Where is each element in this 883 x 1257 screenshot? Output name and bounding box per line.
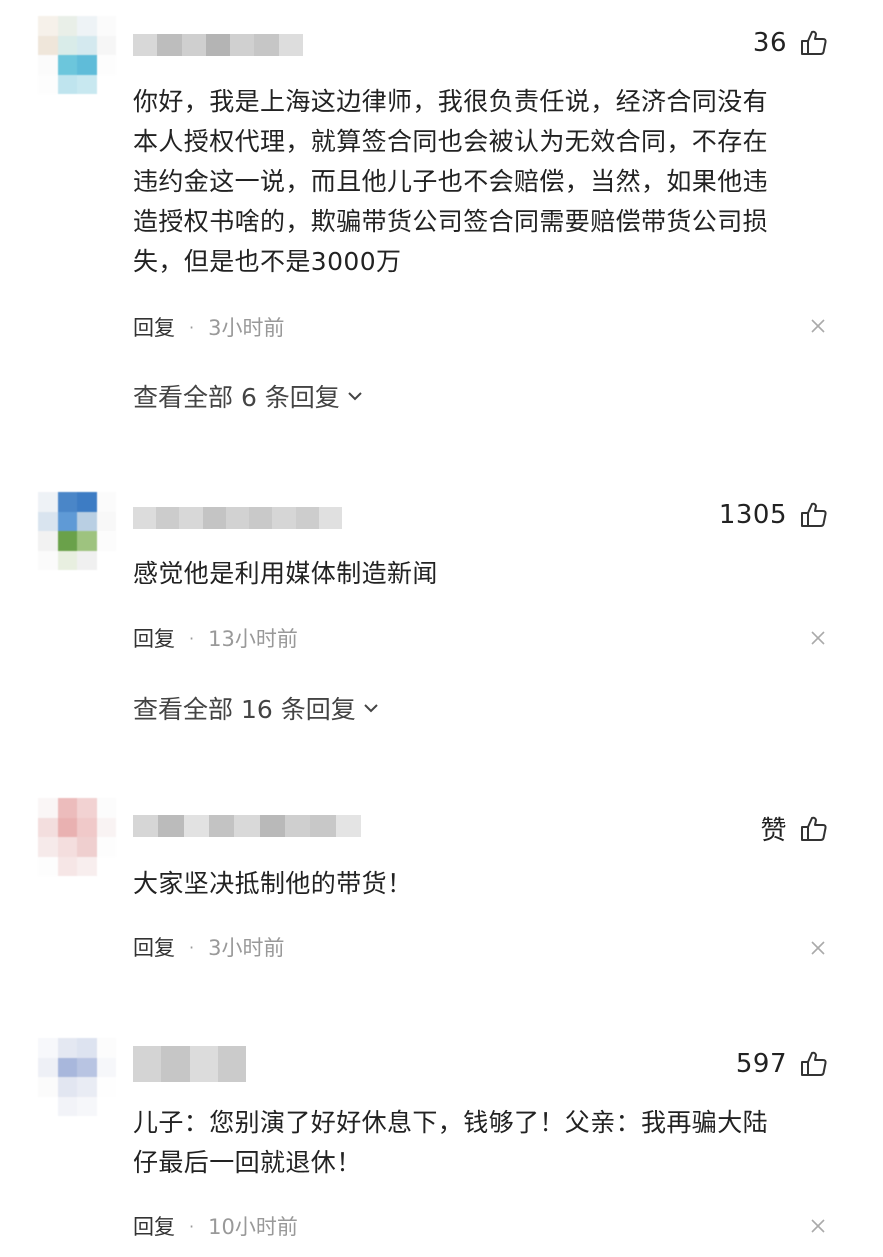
view-all-replies-button[interactable]: 查看全部 6 条回复 bbox=[133, 378, 364, 414]
view-all-replies-button[interactable]: 查看全部 16 条回复 bbox=[133, 690, 380, 726]
like-button[interactable]: 36 bbox=[753, 28, 829, 58]
close-icon[interactable] bbox=[810, 630, 826, 646]
separator-dot: · bbox=[189, 628, 195, 648]
comment-meta: 回复 · 13小时前 bbox=[133, 623, 298, 653]
reply-button[interactable]: 回复 bbox=[133, 1211, 175, 1241]
like-button[interactable]: 597 bbox=[736, 1049, 829, 1079]
thumbs-up-icon bbox=[801, 816, 827, 841]
comment-meta: 回复 · 10小时前 bbox=[133, 1211, 298, 1241]
thumbs-up-icon bbox=[801, 1051, 827, 1076]
avatar[interactable] bbox=[38, 798, 116, 876]
like-count: 597 bbox=[735, 1049, 787, 1079]
nickname-blurred[interactable] bbox=[133, 1046, 246, 1082]
separator-dot: · bbox=[189, 317, 195, 337]
thumbs-up-icon bbox=[801, 502, 827, 527]
like-count: 36 bbox=[752, 28, 787, 58]
nickname-blurred[interactable] bbox=[133, 507, 342, 529]
nickname-blurred[interactable] bbox=[133, 34, 303, 56]
like-button[interactable]: 1305 bbox=[719, 500, 829, 530]
reply-button[interactable]: 回复 bbox=[133, 312, 175, 342]
separator-dot: · bbox=[189, 1216, 195, 1236]
separator-dot: · bbox=[189, 937, 195, 957]
comment-text: 你好，我是上海这边律师，我很负责任说，经济合同没有 本人授权代理，就算签合同也会… bbox=[133, 87, 769, 276]
reply-button[interactable]: 回复 bbox=[133, 932, 175, 962]
comment-text: 儿子：您别演了好好休息下，钱够了！父亲：我再骗大陆 仔最后一回就退休！ bbox=[133, 1108, 769, 1177]
comment-meta: 回复 · 3小时前 bbox=[133, 932, 284, 962]
timestamp: 10小时前 bbox=[208, 1215, 298, 1239]
timestamp: 13小时前 bbox=[208, 627, 298, 651]
reply-button[interactable]: 回复 bbox=[133, 623, 175, 653]
nickname-blurred[interactable] bbox=[133, 815, 361, 837]
timestamp: 3小时前 bbox=[208, 316, 285, 340]
view-replies-label: 查看全部 6 条回复 bbox=[133, 383, 340, 412]
chevron-down-icon bbox=[348, 392, 362, 401]
like-count: 1305 bbox=[718, 500, 787, 530]
like-count: 赞 bbox=[760, 816, 787, 846]
comment-meta: 回复 · 3小时前 bbox=[133, 312, 284, 342]
thumbs-up-icon bbox=[801, 30, 827, 55]
close-icon[interactable] bbox=[810, 1218, 826, 1234]
view-replies-label: 查看全部 16 条回复 bbox=[133, 695, 356, 724]
avatar[interactable] bbox=[38, 16, 116, 94]
comment-text: 大家坚决抵制他的带货！ bbox=[133, 869, 413, 898]
timestamp: 3小时前 bbox=[208, 936, 285, 960]
avatar[interactable] bbox=[38, 1038, 116, 1116]
close-icon[interactable] bbox=[810, 318, 826, 334]
like-button[interactable]: 赞 bbox=[760, 810, 829, 847]
comment-text: 感觉他是利用媒体制造新闻 bbox=[133, 559, 438, 588]
close-icon[interactable] bbox=[810, 940, 826, 956]
avatar[interactable] bbox=[38, 492, 116, 570]
chevron-down-icon bbox=[364, 704, 378, 713]
